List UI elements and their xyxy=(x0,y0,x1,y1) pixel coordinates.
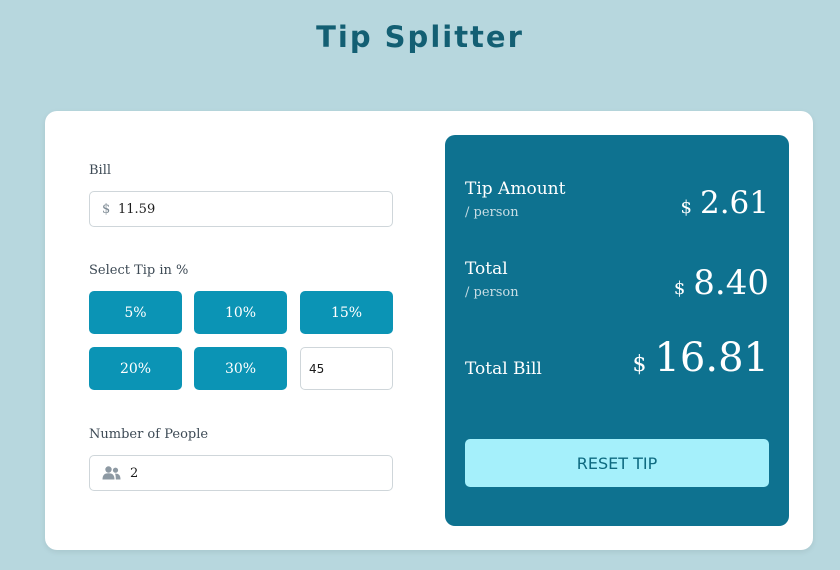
total-bill-label: Total Bill xyxy=(465,359,542,379)
tip-button-15[interactable]: 15% xyxy=(300,291,393,334)
bill-label: Bill xyxy=(89,163,112,178)
tip-amount-currency: $ xyxy=(680,197,692,218)
total-bill-currency: $ xyxy=(632,352,647,377)
calculator-card: Bill $ 11.59 Select Tip in % 5% 10% 15% … xyxy=(45,111,813,550)
total-currency: $ xyxy=(673,278,686,299)
tip-amount-number: 2.61 xyxy=(699,185,769,221)
tip-amount-value: $ 2.61 xyxy=(681,185,769,221)
bill-input[interactable]: $ 11.59 xyxy=(89,191,393,227)
tip-button-10[interactable]: 10% xyxy=(194,291,287,334)
tip-amount-label: Tip Amount xyxy=(465,179,566,199)
tip-button-20[interactable]: 20% xyxy=(89,347,182,390)
total-sub: / person xyxy=(465,285,519,300)
total-label: Total xyxy=(465,259,508,279)
people-value: 2 xyxy=(130,465,139,481)
custom-tip-input[interactable]: 45 xyxy=(300,347,393,390)
tip-button-5[interactable]: 5% xyxy=(89,291,182,334)
total-bill-value: $ 16.81 xyxy=(632,335,769,381)
app-title: Tip Splitter xyxy=(316,20,524,54)
people-label: Number of People xyxy=(89,427,209,442)
people-icon xyxy=(102,466,122,480)
tip-amount-sub: / person xyxy=(465,205,519,220)
tip-label: Select Tip in % xyxy=(89,263,189,278)
bill-value: 11.59 xyxy=(118,201,156,217)
total-number: 8.40 xyxy=(693,263,769,303)
results-panel: Tip Amount / person $ 2.61 Total / perso… xyxy=(445,135,789,526)
total-value: $ 8.40 xyxy=(674,263,769,303)
dollar-icon: $ xyxy=(102,201,111,217)
reset-tip-button[interactable]: RESET TIP xyxy=(465,439,769,487)
tip-button-30[interactable]: 30% xyxy=(194,347,287,390)
people-input[interactable]: 2 xyxy=(89,455,393,491)
total-bill-number: 16.81 xyxy=(654,335,769,381)
